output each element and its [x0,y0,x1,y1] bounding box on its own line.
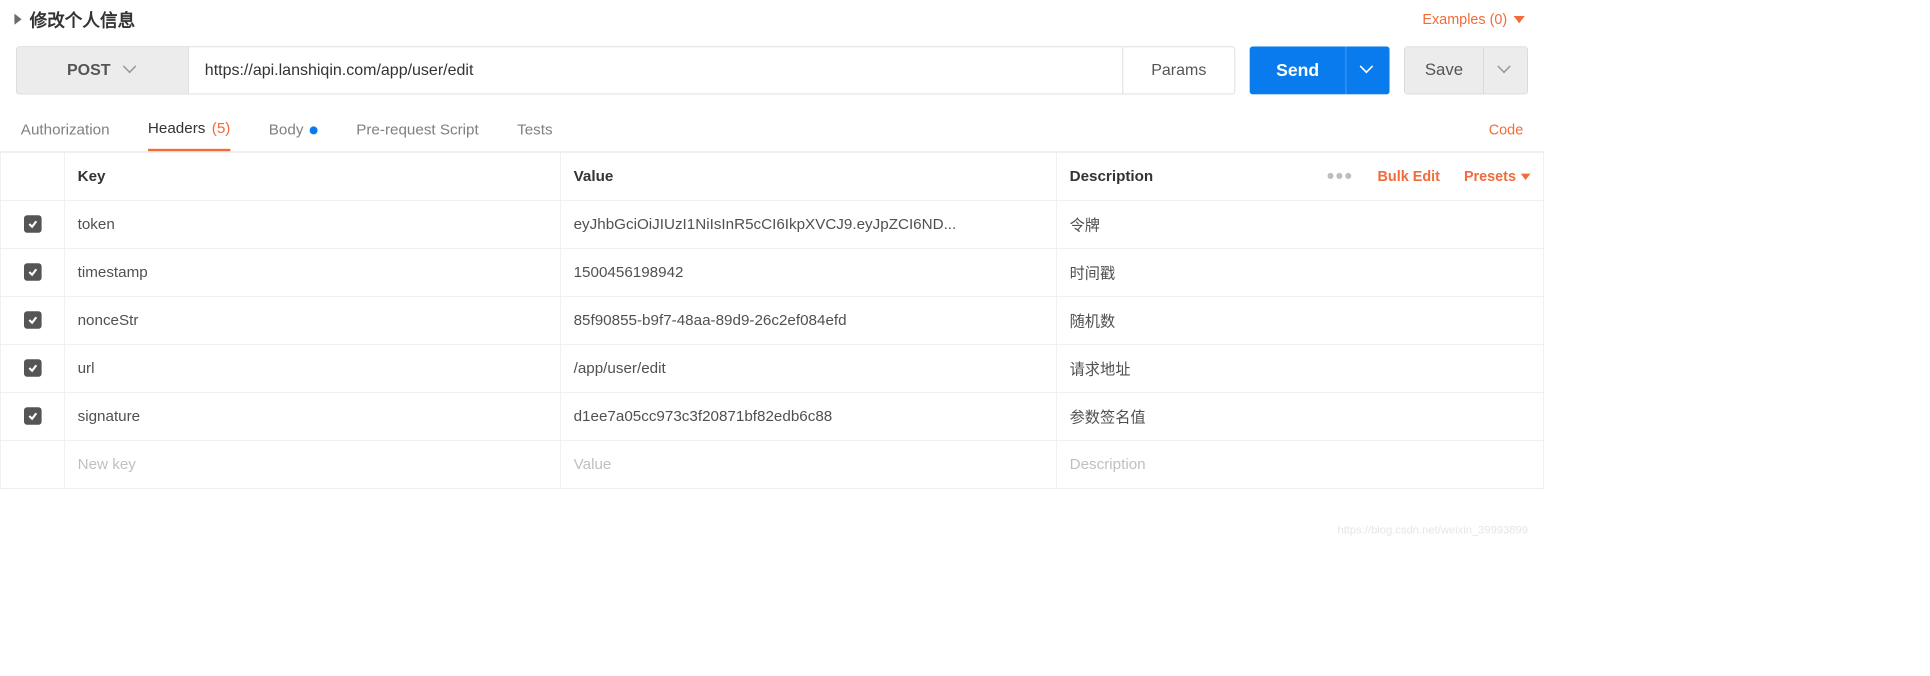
http-method-select[interactable]: POST [17,47,189,93]
col-checkbox [0,152,64,200]
headers-count: (5) [212,120,231,138]
table-row: timestamp1500456198942时间戳 [0,248,1543,296]
examples-dropdown[interactable]: Examples (0) [1422,11,1524,28]
chevron-down-icon [1514,16,1525,23]
col-description: Description ••• Bulk Edit Presets [1056,152,1543,200]
body-indicator-icon [310,126,318,134]
row-enable-checkbox[interactable] [24,407,42,425]
col-value: Value [560,152,1056,200]
header-description-cell[interactable]: 时间戳 [1056,248,1543,296]
presets-dropdown[interactable]: Presets [1464,168,1530,185]
send-dropdown[interactable] [1346,46,1390,94]
table-row: url/app/user/edit请求地址 [0,344,1543,392]
send-button[interactable]: Send [1250,46,1346,94]
collapse-toggle-icon[interactable] [14,14,21,25]
table-row: tokeneyJhbGciOiJIUzI1NiIsInR5cCI6IkpXVCJ… [0,200,1543,248]
table-row: signatured1ee7a05cc973c3f20871bf82edb6c8… [0,392,1543,440]
row-enable-checkbox[interactable] [24,263,42,281]
http-method-label: POST [67,61,111,79]
chevron-down-icon [125,64,138,77]
header-description-cell[interactable]: 随机数 [1056,296,1543,344]
more-options-icon[interactable]: ••• [1327,164,1354,189]
header-value-cell[interactable]: 85f90855-b9f7-48aa-89d9-26c2ef084efd [560,296,1056,344]
watermark: https://blog.csdn.net/weixin_39993899 [1337,523,1528,536]
row-enable-checkbox[interactable] [24,359,42,377]
tab-authorization[interactable]: Authorization [21,109,110,151]
tab-pre-request-script[interactable]: Pre-request Script [356,109,479,151]
headers-table: Key Value Description ••• Bulk Edit Pres… [0,152,1544,489]
header-key-cell[interactable]: nonceStr [64,296,560,344]
header-value-cell[interactable]: 1500456198942 [560,248,1056,296]
tab-tests[interactable]: Tests [517,109,552,151]
code-link[interactable]: Code [1489,122,1523,139]
params-button[interactable]: Params [1122,47,1234,93]
header-key-cell[interactable]: url [64,344,560,392]
header-value-cell[interactable]: d1ee7a05cc973c3f20871bf82edb6c88 [560,392,1056,440]
request-title: 修改个人信息 [30,6,136,32]
table-row-new: New keyValueDescription [0,440,1543,488]
save-dropdown[interactable] [1484,46,1528,94]
header-description-cell[interactable]: 参数签名值 [1056,392,1543,440]
examples-label: Examples (0) [1422,11,1507,28]
chevron-down-icon [1521,173,1531,179]
chevron-down-icon [1499,64,1512,77]
col-description-label: Description [1070,168,1154,186]
request-url-input[interactable] [189,47,1123,93]
save-button[interactable]: Save [1404,46,1484,94]
header-key-cell[interactable]: signature [64,392,560,440]
header-key-cell[interactable]: timestamp [64,248,560,296]
header-description-cell[interactable]: 令牌 [1056,200,1543,248]
row-enable-checkbox[interactable] [24,311,42,329]
bulk-edit-link[interactable]: Bulk Edit [1378,168,1440,185]
header-value-cell[interactable]: /app/user/edit [560,344,1056,392]
table-row: nonceStr85f90855-b9f7-48aa-89d9-26c2ef08… [0,296,1543,344]
new-description-input[interactable]: Description [1056,440,1543,488]
new-value-input[interactable]: Value [560,440,1056,488]
chevron-down-icon [1362,64,1375,77]
new-key-input[interactable]: New key [64,440,560,488]
row-enable-checkbox[interactable] [24,215,42,233]
header-value-cell[interactable]: eyJhbGciOiJIUzI1NiIsInR5cCI6IkpXVCJ9.eyJ… [560,200,1056,248]
header-key-cell[interactable]: token [64,200,560,248]
header-description-cell[interactable]: 请求地址 [1056,344,1543,392]
tab-headers[interactable]: Headers (5) [148,109,230,151]
col-key: Key [64,152,560,200]
tab-body[interactable]: Body [269,109,318,151]
